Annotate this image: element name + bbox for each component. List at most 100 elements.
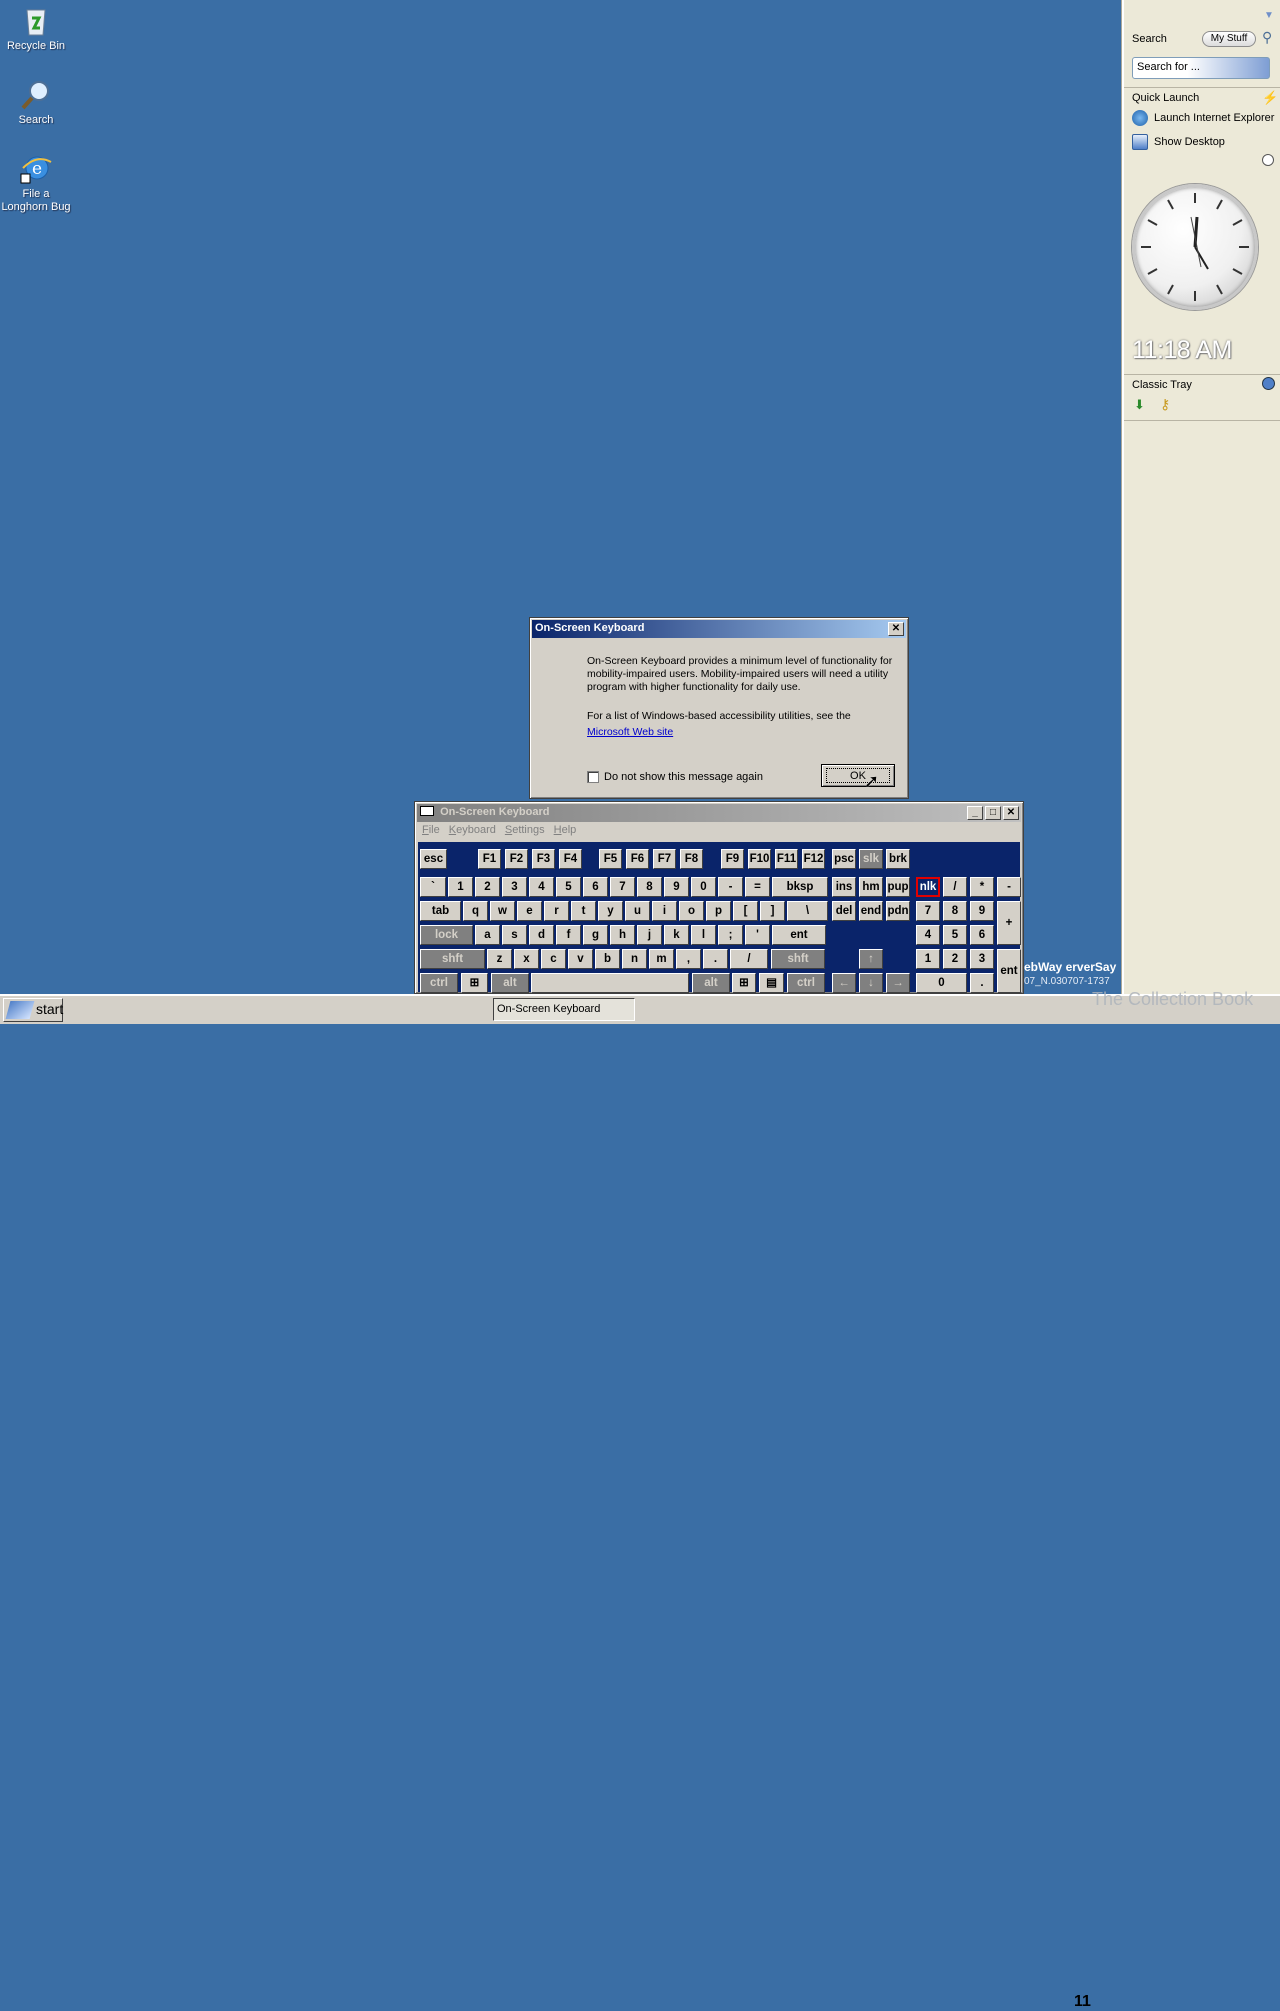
key-sym13-r2-13[interactable]: \ [787,901,828,921]
key-shft-r4-11[interactable]: shft [771,949,825,969]
key-sym11-r1-11[interactable]: - [718,877,743,897]
key-l-r3-9[interactable]: l [691,925,716,945]
desktop-icon-search[interactable]: Search [0,78,72,127]
key-0-r5-11[interactable]: 0 [916,973,967,993]
key-c-r4-3[interactable]: c [541,949,566,969]
key-F6-r0-6[interactable]: F6 [626,849,649,869]
key-sym3-r5-3[interactable] [531,973,689,993]
key-alt-r5-2[interactable]: alt [491,973,529,993]
key-psc-r0-13[interactable]: psc [832,849,856,869]
key-ctrl-r5-7[interactable]: ctrl [787,973,825,993]
key-sym19-r1-19[interactable]: * [970,877,994,897]
key-tab-r2-0[interactable]: tab [420,901,461,921]
key-sym8-r5-8[interactable]: ← [832,973,856,993]
key-0-r1-10[interactable]: 0 [691,877,716,897]
key-8-r2-18[interactable]: 8 [943,901,967,921]
key-sym9-r4-9[interactable]: . [703,949,728,969]
key-4-r1-4[interactable]: 4 [529,877,554,897]
key-F1-r0-1[interactable]: F1 [478,849,501,869]
minimize-button[interactable]: _ [967,806,983,820]
key-q-r2-1[interactable]: q [463,901,488,921]
key-s-r3-2[interactable]: s [502,925,527,945]
key-ent-r3-12[interactable]: ent [772,925,826,945]
key-sym11-r2-11[interactable]: [ [733,901,758,921]
key-8-r1-8[interactable]: 8 [637,877,662,897]
key-sym12-r2-12[interactable]: ] [760,901,785,921]
magnifier-icon[interactable]: ⚲ [1262,29,1272,46]
key-shft-r4-0[interactable]: shft [420,949,485,969]
key-y-r2-6[interactable]: y [598,901,623,921]
key-F12-r0-12[interactable]: F12 [802,849,825,869]
key-sym0-r1-0[interactable]: ` [420,877,446,897]
key-brk-r0-15[interactable]: brk [886,849,910,869]
key-n-r4-6[interactable]: n [622,949,647,969]
desktop-icon-recycle-bin[interactable]: Recycle Bin [0,4,72,53]
key-sym18-r1-18[interactable]: / [943,877,967,897]
key-sym1-r5-1[interactable]: ⊞ [461,973,488,993]
key-sym9-r5-9[interactable]: ↓ [859,973,883,993]
key-sym6-r5-6[interactable]: ▤ [759,973,784,993]
menu-file[interactable]: File [422,824,440,836]
network-tray-icon[interactable]: ⬇ [1134,397,1145,413]
key-4-r3-13[interactable]: 4 [916,925,940,945]
taskbar-osk-button[interactable]: On-Screen Keyboard [493,998,635,1021]
key-a-r3-1[interactable]: a [475,925,500,945]
key-sym12-r5-12[interactable]: . [970,973,994,993]
key-u-r2-7[interactable]: u [625,901,650,921]
key-e-r2-3[interactable]: e [517,901,542,921]
key-z-r4-1[interactable]: z [487,949,512,969]
key-sym10-r4-10[interactable]: / [730,949,768,969]
key-sym12-r1-12[interactable]: = [745,877,770,897]
key-end-r2-15[interactable]: end [859,901,883,921]
osk-close-button[interactable]: ✕ [1003,806,1019,820]
key-F3-r0-3[interactable]: F3 [532,849,555,869]
key-b-r4-5[interactable]: b [595,949,620,969]
key-g-r3-5[interactable]: g [583,925,608,945]
key-esc-r0-0[interactable]: esc [420,849,447,869]
tray-clock[interactable]: 11 [1074,1993,1091,2011]
keys-tray-icon[interactable]: ⚷ [1160,396,1170,413]
key-F5-r0-5[interactable]: F5 [599,849,622,869]
key-ent-r4-16[interactable]: ent [997,949,1021,993]
key-5-r3-14[interactable]: 5 [943,925,967,945]
key-6-r3-15[interactable]: 6 [970,925,994,945]
key-bksp-r1-13[interactable]: bksp [772,877,828,897]
key-r-r2-4[interactable]: r [544,901,569,921]
key-w-r2-2[interactable]: w [490,901,515,921]
key-7-r2-17[interactable]: 7 [916,901,940,921]
key-9-r1-9[interactable]: 9 [664,877,689,897]
show-desktop-item[interactable]: Show Desktop [1132,134,1225,150]
key-sym12-r4-12[interactable]: ↑ [859,949,883,969]
key-9-r2-19[interactable]: 9 [970,901,994,921]
key-ins-r1-14[interactable]: ins [832,877,856,897]
key-sym10-r3-10[interactable]: ; [718,925,743,945]
launch-internet-explorer-item[interactable]: Launch Internet Explorer [1132,110,1274,126]
key-2-r4-14[interactable]: 2 [943,949,967,969]
do-not-show-checkbox[interactable]: Do not show this message again [587,771,763,783]
key-3-r4-15[interactable]: 3 [970,949,994,969]
osk-titlebar[interactable]: On-Screen Keyboard _ □ ✕ [417,804,1021,822]
menu-help[interactable]: Help [554,824,577,836]
key-5-r1-5[interactable]: 5 [556,877,581,897]
start-button[interactable]: start [3,998,63,1022]
key-x-r4-2[interactable]: x [514,949,539,969]
key-o-r2-9[interactable]: o [679,901,704,921]
checkbox-box[interactable] [587,771,599,783]
desktop-icon-file-bug[interactable]: e File a Longhorn Bug [0,152,72,214]
ok-button[interactable]: OK [821,764,895,787]
key-pdn-r2-16[interactable]: pdn [886,901,910,921]
clock-settings-icon[interactable] [1262,154,1274,166]
key-p-r2-10[interactable]: p [706,901,731,921]
key-t-r2-5[interactable]: t [571,901,596,921]
maximize-button[interactable]: □ [985,806,1001,820]
key-del-r2-14[interactable]: del [832,901,856,921]
key-F10-r0-10[interactable]: F10 [748,849,771,869]
key-pup-r1-16[interactable]: pup [886,877,910,897]
key-7-r1-7[interactable]: 7 [610,877,635,897]
menu-keyboard[interactable]: Keyboard [449,824,496,836]
key-sym8-r4-8[interactable]: , [676,949,701,969]
key-ctrl-r5-0[interactable]: ctrl [420,973,458,993]
key-sym5-r5-5[interactable]: ⊞ [732,973,756,993]
key-6-r1-6[interactable]: 6 [583,877,608,897]
key-d-r3-3[interactable]: d [529,925,554,945]
